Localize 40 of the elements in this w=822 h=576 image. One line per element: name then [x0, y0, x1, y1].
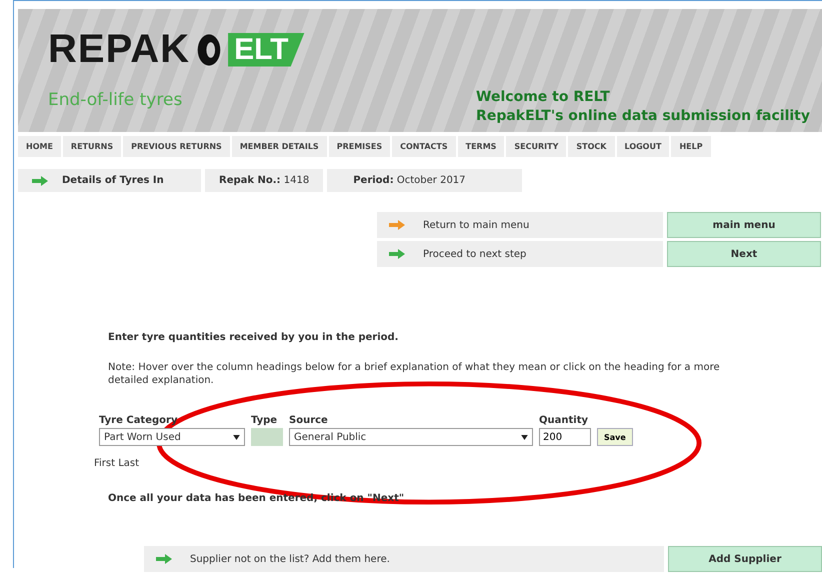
repak-number: Repak No.: 1418 — [219, 175, 310, 186]
nav-link[interactable]: HELP — [671, 136, 711, 157]
note-text: Note: Hover over the column headings below for a brief explanation of what they mean or click on the heading for a more detailed explanation. — [108, 361, 721, 387]
column-heading[interactable]: Quantity — [539, 415, 591, 426]
nav-link[interactable]: PREVIOUS RETURNS — [123, 136, 230, 157]
supplier-text: Supplier not on the list? Add them here. — [190, 554, 390, 564]
logo-text: REPAK — [48, 27, 190, 72]
nav-link[interactable]: STOCK — [568, 136, 614, 157]
nav-link[interactable]: LOGOUT — [616, 136, 670, 157]
nav-link[interactable]: SECURITY — [506, 136, 566, 157]
add-supplier-button[interactable]: Add Supplier — [668, 546, 822, 572]
source-select[interactable]: General Public — [289, 428, 533, 446]
nav-link[interactable]: CONTACTS — [392, 136, 456, 157]
action-text: Return to main menu — [423, 220, 530, 230]
action-button[interactable]: main menu — [667, 212, 821, 238]
dropdown-arrow-icon — [521, 434, 528, 440]
name-text: First Last — [94, 458, 140, 469]
logo-badge: ELT — [228, 32, 304, 66]
intro-text: Enter tyre quantities received by you in the period. — [108, 332, 400, 343]
tyre-icon — [196, 32, 222, 68]
dropdown-arrow-icon — [233, 434, 240, 440]
tagline: End-of-life tyres — [48, 90, 182, 110]
save-button[interactable]: Save — [597, 428, 633, 446]
category-select[interactable]: Part Worn Used — [99, 428, 245, 446]
nav-link[interactable]: MEMBER DETAILS — [232, 136, 327, 157]
quantity-field[interactable]: 200 — [539, 428, 591, 446]
nav-link[interactable]: RETURNS — [62, 136, 122, 157]
type-field — [251, 428, 283, 446]
action-text: Proceed to next step — [423, 248, 526, 260]
nav-link[interactable]: HOME — [18, 136, 61, 157]
nav-link[interactable]: TERMS — [458, 136, 504, 157]
section-title: Details of Tyres In — [62, 175, 164, 186]
nav-link[interactable]: PREMISES — [328, 136, 390, 157]
column-heading[interactable]: Source — [289, 415, 533, 426]
action-button[interactable]: Next — [667, 241, 821, 267]
column-heading[interactable]: Type — [251, 415, 283, 426]
subtitle-text: RepakELT's online data submission facility — [476, 108, 810, 124]
welcome-text: Welcome to RELT — [476, 89, 611, 105]
arrow-icon — [32, 176, 48, 186]
period: Period: October 2017 — [353, 175, 466, 186]
